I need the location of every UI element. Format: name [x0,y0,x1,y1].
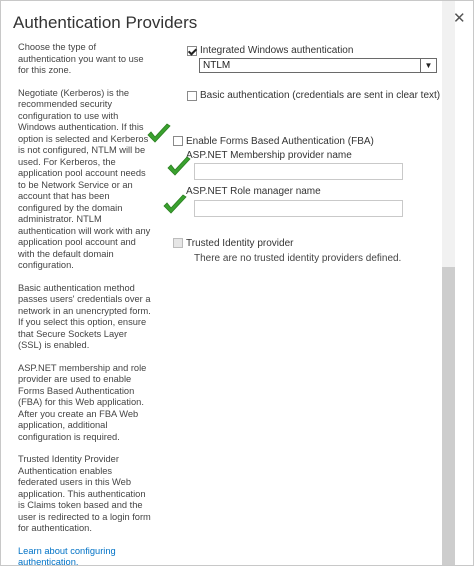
membership-provider-label: ASP.NET Membership provider name [186,150,352,161]
help-text: Choose the type of authentication you wa… [18,42,153,566]
role-manager-label: ASP.NET Role manager name [186,186,321,197]
windows-auth-mode-value: NTLM [203,60,231,71]
trusted-identity-checkbox[interactable] [173,238,183,248]
membership-provider-input[interactable] [194,163,403,180]
fba-label: Enable Forms Based Authentication (FBA) [186,136,374,147]
green-checkmark-icon [167,156,191,176]
help-paragraph-basic: Basic authentication method passes users… [18,282,151,351]
learn-more-link[interactable]: Learn about configuring authentication. [18,546,116,566]
vertical-scrollbar-thumb[interactable] [442,267,455,565]
help-paragraph-fba: ASP.NET membership and role provider are… [18,362,147,442]
help-paragraph-trusted: Trusted Identity Provider Authentication… [18,454,151,533]
windows-auth-label: Integrated Windows authentication [200,45,354,56]
windows-auth-mode-select[interactable]: NTLM ▼ [199,58,437,73]
help-paragraph-intro: Choose the type of authentication you wa… [18,42,144,75]
dialog-title: Authentication Providers [13,13,198,32]
fba-checkbox[interactable] [173,136,183,146]
help-paragraph-negotiate: Negotiate (Kerberos) is the recommended … [18,87,151,271]
authentication-providers-dialog: Authentication Providers ✕ Choose the ty… [0,0,474,566]
green-checkmark-icon [147,123,171,143]
windows-auth-checkbox[interactable] [187,46,197,56]
basic-auth-checkbox[interactable] [187,91,197,101]
basic-auth-label: Basic authentication (credentials are se… [200,90,441,101]
green-checkmark-icon [163,194,187,214]
trusted-identity-note: There are no trusted identity providers … [194,253,402,264]
trusted-identity-label: Trusted Identity provider [186,238,294,249]
dropdown-arrow-icon[interactable]: ▼ [420,59,436,72]
role-manager-input[interactable] [194,200,403,217]
